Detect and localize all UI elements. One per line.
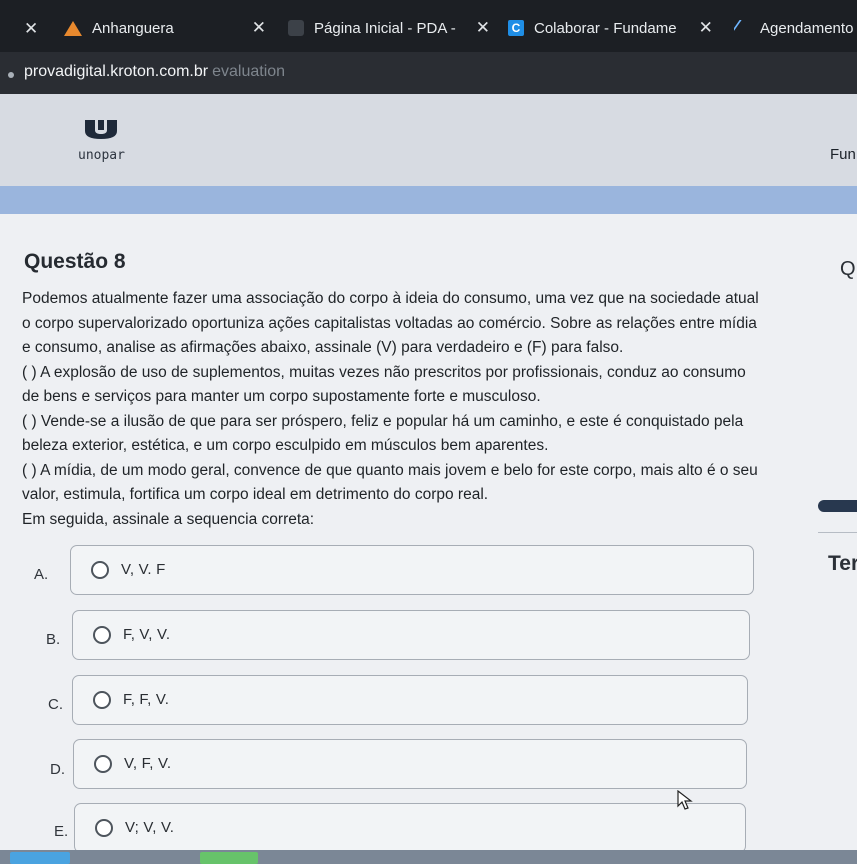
question-text: Podemos atualmente fazer uma associação … — [22, 287, 792, 532]
option-b[interactable]: F, V, V. — [72, 610, 750, 660]
url-host: provadigital.kroton.com.br — [24, 63, 209, 80]
tab-label: Colaborar - Fundame — [534, 19, 677, 37]
tab-agendamento[interactable]: Agendamento c — [734, 10, 857, 46]
question-line: beleza exterior, estética, e um corpo es… — [22, 437, 549, 454]
question-title: Questão 8 — [24, 250, 126, 273]
taskbar-strip — [0, 850, 857, 864]
radio-button-icon[interactable] — [95, 819, 113, 837]
option-letter-d: D. — [50, 761, 65, 778]
close-icon[interactable]: ✕ — [252, 18, 266, 38]
close-icon[interactable]: ✕ — [24, 19, 38, 39]
taskbar-item[interactable] — [200, 852, 258, 864]
option-letter-c: C. — [48, 696, 63, 713]
option-letter-a: A. — [34, 566, 49, 583]
tab-label: Página Inicial - PDA - — [314, 19, 456, 37]
option-text: V, V. F — [121, 561, 166, 578]
side-panel-progress — [818, 500, 857, 512]
option-c[interactable]: F, F, V. — [72, 675, 748, 725]
tab-label: Anhanguera — [92, 19, 174, 37]
question-line: ( ) A explosão de uso de suplementos, mu… — [22, 363, 746, 381]
colaborar-c-icon: C — [508, 20, 524, 36]
option-text: F, V, V. — [123, 626, 171, 643]
side-panel-label: Q — [840, 258, 856, 280]
close-icon[interactable]: ✕ — [476, 18, 490, 38]
question-line: Em seguida, assinale a sequencia correta… — [22, 510, 315, 528]
question-line: de bens e serviços para manter um corpo … — [22, 388, 541, 405]
option-a[interactable]: V, V. F — [70, 545, 754, 595]
option-letter-b: B. — [46, 631, 61, 648]
radio-button-icon[interactable] — [91, 561, 109, 579]
option-text: V; V, V. — [125, 819, 175, 836]
question-line: Podemos atualmente fazer uma associação … — [22, 290, 759, 307]
anhanguera-triangle-icon — [64, 20, 82, 36]
option-d[interactable]: V, F, V. — [73, 739, 747, 789]
url-field[interactable]: provadigital.kroton.com.br evaluation — [24, 63, 285, 81]
side-panel-heading: Ter — [828, 552, 857, 575]
hero-band — [0, 186, 857, 214]
option-letter-e: E. — [54, 823, 69, 840]
question-line: valor, estimula, fortifica um corpo idea… — [22, 486, 489, 503]
mouse-cursor-icon — [677, 790, 693, 810]
side-divider — [818, 532, 857, 533]
tab-label: Agendamento c — [760, 19, 857, 37]
taskbar-item[interactable] — [10, 852, 70, 864]
logo-text: unopar — [78, 148, 125, 163]
site-header — [0, 94, 857, 186]
radio-button-icon[interactable] — [93, 691, 111, 709]
close-icon[interactable]: ✕ — [699, 18, 713, 38]
site-info-icon[interactable] — [8, 72, 14, 78]
radio-button-icon[interactable] — [93, 626, 111, 644]
option-e[interactable]: V; V, V. — [74, 803, 746, 853]
question-line: e consumo, analise as afirmações abaixo,… — [22, 339, 624, 356]
question-line: ( ) A mídia, de um modo geral, convence … — [22, 461, 758, 479]
header-menu-label[interactable]: Fun — [830, 146, 856, 163]
question-line: o corpo supervalorizado oportuniza ações… — [22, 314, 757, 332]
question-line: ( ) Vende-se a ilusão de que para ser pr… — [22, 412, 744, 430]
blank-page-icon — [288, 20, 304, 36]
unopar-logo-icon — [85, 120, 117, 139]
option-text: V, F, V. — [124, 755, 172, 772]
tab-pagina-inicial[interactable]: Página Inicial - PDA - ✕ — [288, 10, 490, 46]
radio-button-icon[interactable] — [94, 755, 112, 773]
tab-anhanguera[interactable]: Anhanguera ✕ — [64, 10, 266, 46]
option-text: F, F, V. — [123, 691, 170, 708]
url-path: evaluation — [212, 63, 286, 80]
agendamento-icon — [734, 20, 756, 36]
tab-colaborar[interactable]: C Colaborar - Fundame ✕ — [508, 10, 713, 46]
